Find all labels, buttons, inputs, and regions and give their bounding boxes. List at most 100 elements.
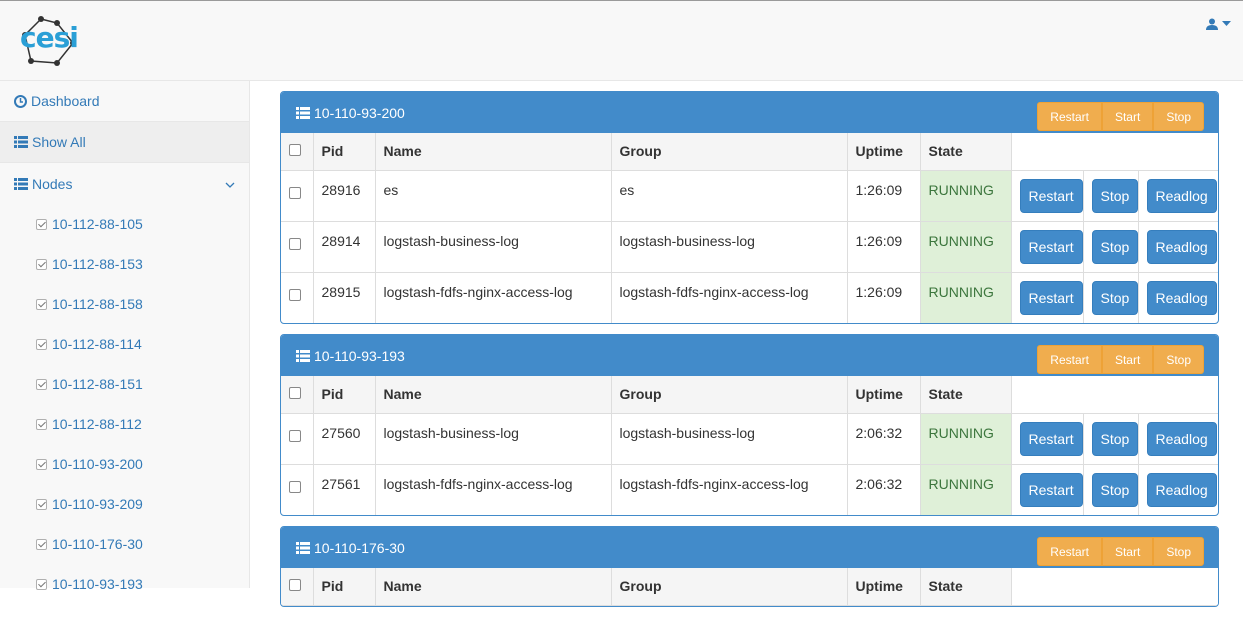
state-cell: RUNNING bbox=[919, 220, 1012, 273]
sidebar-item-show-all[interactable]: Show All bbox=[0, 122, 249, 163]
node-label: 10-112-88-158 bbox=[52, 296, 143, 312]
table-header-row: Pid Name Group Uptime State bbox=[281, 133, 1218, 171]
group-restart-button[interactable]: Restart bbox=[1037, 537, 1102, 566]
node-label: 10-112-88-151 bbox=[52, 376, 143, 392]
node-checkbox[interactable] bbox=[36, 218, 47, 230]
group-stop-button[interactable]: Stop bbox=[1153, 537, 1204, 566]
chevron-down-icon[interactable] bbox=[225, 176, 235, 192]
restart-button[interactable]: Restart bbox=[1019, 229, 1083, 264]
column-header-actions bbox=[1010, 568, 1218, 606]
user-menu-toggle[interactable] bbox=[1206, 18, 1231, 30]
restart-cell: Restart bbox=[1010, 220, 1084, 273]
select-all-cell bbox=[281, 568, 314, 606]
stop-button[interactable]: Stop bbox=[1091, 421, 1139, 456]
row-checkbox[interactable] bbox=[289, 480, 301, 493]
sidebar-item-nodes[interactable]: Nodes bbox=[0, 163, 249, 204]
stop-button[interactable]: Stop bbox=[1091, 280, 1139, 315]
row-select-cell bbox=[281, 412, 314, 465]
row-checkbox[interactable] bbox=[289, 288, 301, 301]
table-header-row: Pid Name Group Uptime State bbox=[281, 376, 1218, 414]
sidebar-node-item[interactable]: 10-110-93-209 bbox=[0, 484, 249, 524]
group-button-group: Restart Start Stop bbox=[1037, 345, 1204, 374]
readlog-button[interactable]: Readlog bbox=[1146, 421, 1217, 456]
node-checkbox[interactable] bbox=[36, 258, 47, 270]
process-table: Pid Name Group Uptime State bbox=[281, 568, 1218, 606]
group-restart-button[interactable]: Restart bbox=[1037, 345, 1102, 374]
readlog-cell: Readlog bbox=[1137, 412, 1218, 465]
group-start-button[interactable]: Start bbox=[1101, 102, 1154, 131]
readlog-button[interactable]: Readlog bbox=[1146, 472, 1217, 507]
process-table: Pid Name Group Uptime State 28916 es es 1:26:09 R… bbox=[281, 133, 1218, 323]
table-row: 27561 logstash-fdfs-nginx-access-log logst… bbox=[281, 463, 1218, 515]
list-icon bbox=[14, 177, 28, 190]
row-checkbox[interactable] bbox=[289, 429, 301, 442]
node-checkbox[interactable] bbox=[36, 498, 47, 510]
row-select-cell bbox=[281, 271, 314, 323]
node-checkbox[interactable] bbox=[36, 458, 47, 470]
uptime-cell: 1:26:09 bbox=[846, 271, 921, 323]
group-cell: logstash-fdfs-nginx-access-log bbox=[610, 463, 848, 515]
list-icon bbox=[14, 136, 28, 148]
node-checkbox[interactable] bbox=[36, 298, 47, 310]
sidebar-node-item[interactable]: 10-112-88-153 bbox=[0, 244, 249, 284]
sidebar-item-dashboard[interactable]: Dashboard bbox=[0, 81, 249, 122]
select-all-checkbox[interactable] bbox=[289, 144, 301, 156]
sidebar-node-item[interactable]: 10-112-88-114 bbox=[0, 324, 249, 364]
panel-title: 10-110-176-30 bbox=[314, 539, 405, 556]
user-icon bbox=[1206, 18, 1218, 30]
uptime-cell: 1:26:09 bbox=[846, 220, 921, 273]
select-all-checkbox[interactable] bbox=[289, 579, 301, 591]
caret-down-icon bbox=[1222, 21, 1231, 26]
column-header-state: State bbox=[919, 376, 1012, 414]
group-restart-button[interactable]: Restart bbox=[1037, 102, 1102, 131]
select-all-checkbox[interactable] bbox=[289, 387, 301, 399]
sidebar-node-item[interactable]: 10-112-88-158 bbox=[0, 284, 249, 324]
sidebar-node-item[interactable]: 10-112-88-151 bbox=[0, 364, 249, 404]
column-header-group: Group bbox=[610, 568, 848, 606]
column-header-name: Name bbox=[374, 133, 612, 171]
column-header-name: Name bbox=[374, 568, 612, 606]
node-checkbox[interactable] bbox=[36, 418, 47, 430]
stop-button[interactable]: Stop bbox=[1091, 178, 1139, 213]
sidebar-item-label: Dashboard bbox=[31, 93, 100, 109]
name-cell: logstash-fdfs-nginx-access-log bbox=[374, 463, 612, 515]
readlog-button[interactable]: Readlog bbox=[1146, 178, 1217, 213]
group-button-group: Restart Start Stop bbox=[1037, 102, 1204, 131]
column-header-state: State bbox=[919, 133, 1012, 171]
pid-cell: 28915 bbox=[312, 271, 376, 323]
restart-button[interactable]: Restart bbox=[1019, 472, 1083, 507]
stop-button[interactable]: Stop bbox=[1091, 472, 1139, 507]
clock-icon bbox=[14, 94, 27, 108]
row-checkbox[interactable] bbox=[289, 237, 301, 250]
restart-button[interactable]: Restart bbox=[1019, 178, 1083, 213]
process-table: Pid Name Group Uptime State 27560 logstash-bus… bbox=[281, 376, 1218, 515]
readlog-cell: Readlog bbox=[1137, 169, 1218, 222]
uptime-cell: 1:26:09 bbox=[846, 169, 921, 222]
sidebar-node-item[interactable]: 10-112-88-112 bbox=[0, 404, 249, 444]
sidebar-node-item[interactable]: 10-110-176-30 bbox=[0, 524, 249, 564]
group-stop-button[interactable]: Stop bbox=[1153, 345, 1204, 374]
node-label: 10-112-88-112 bbox=[52, 416, 142, 432]
sidebar-node-item[interactable]: 10-110-93-200 bbox=[0, 444, 249, 484]
sidebar-node-item[interactable]: 10-110-93-193 bbox=[0, 564, 249, 604]
column-header-uptime: Uptime bbox=[846, 133, 921, 171]
readlog-button[interactable]: Readlog bbox=[1146, 280, 1217, 315]
state-cell: RUNNING bbox=[919, 412, 1012, 465]
group-stop-button[interactable]: Stop bbox=[1153, 102, 1204, 131]
restart-button[interactable]: Restart bbox=[1019, 280, 1083, 315]
readlog-button[interactable]: Readlog bbox=[1146, 229, 1217, 264]
node-checkbox[interactable] bbox=[36, 338, 47, 350]
row-checkbox[interactable] bbox=[289, 186, 301, 199]
group-start-button[interactable]: Start bbox=[1101, 345, 1154, 374]
node-list: 10-112-88-105 10-112-88-153 10-112-88-158 1… bbox=[0, 204, 249, 604]
group-start-button[interactable]: Start bbox=[1101, 537, 1154, 566]
node-checkbox[interactable] bbox=[36, 538, 47, 550]
row-select-cell bbox=[281, 169, 314, 222]
sidebar-node-item[interactable]: 10-112-88-105 bbox=[0, 204, 249, 244]
stop-button[interactable]: Stop bbox=[1091, 229, 1139, 264]
cesi-logo[interactable]: cesi bbox=[17, 15, 81, 67]
restart-button[interactable]: Restart bbox=[1019, 421, 1083, 456]
list-icon bbox=[296, 349, 310, 362]
node-panel: 10-110-93-200 Restart Start Stop Pid Name Grou… bbox=[280, 91, 1219, 324]
node-checkbox[interactable] bbox=[36, 378, 47, 390]
